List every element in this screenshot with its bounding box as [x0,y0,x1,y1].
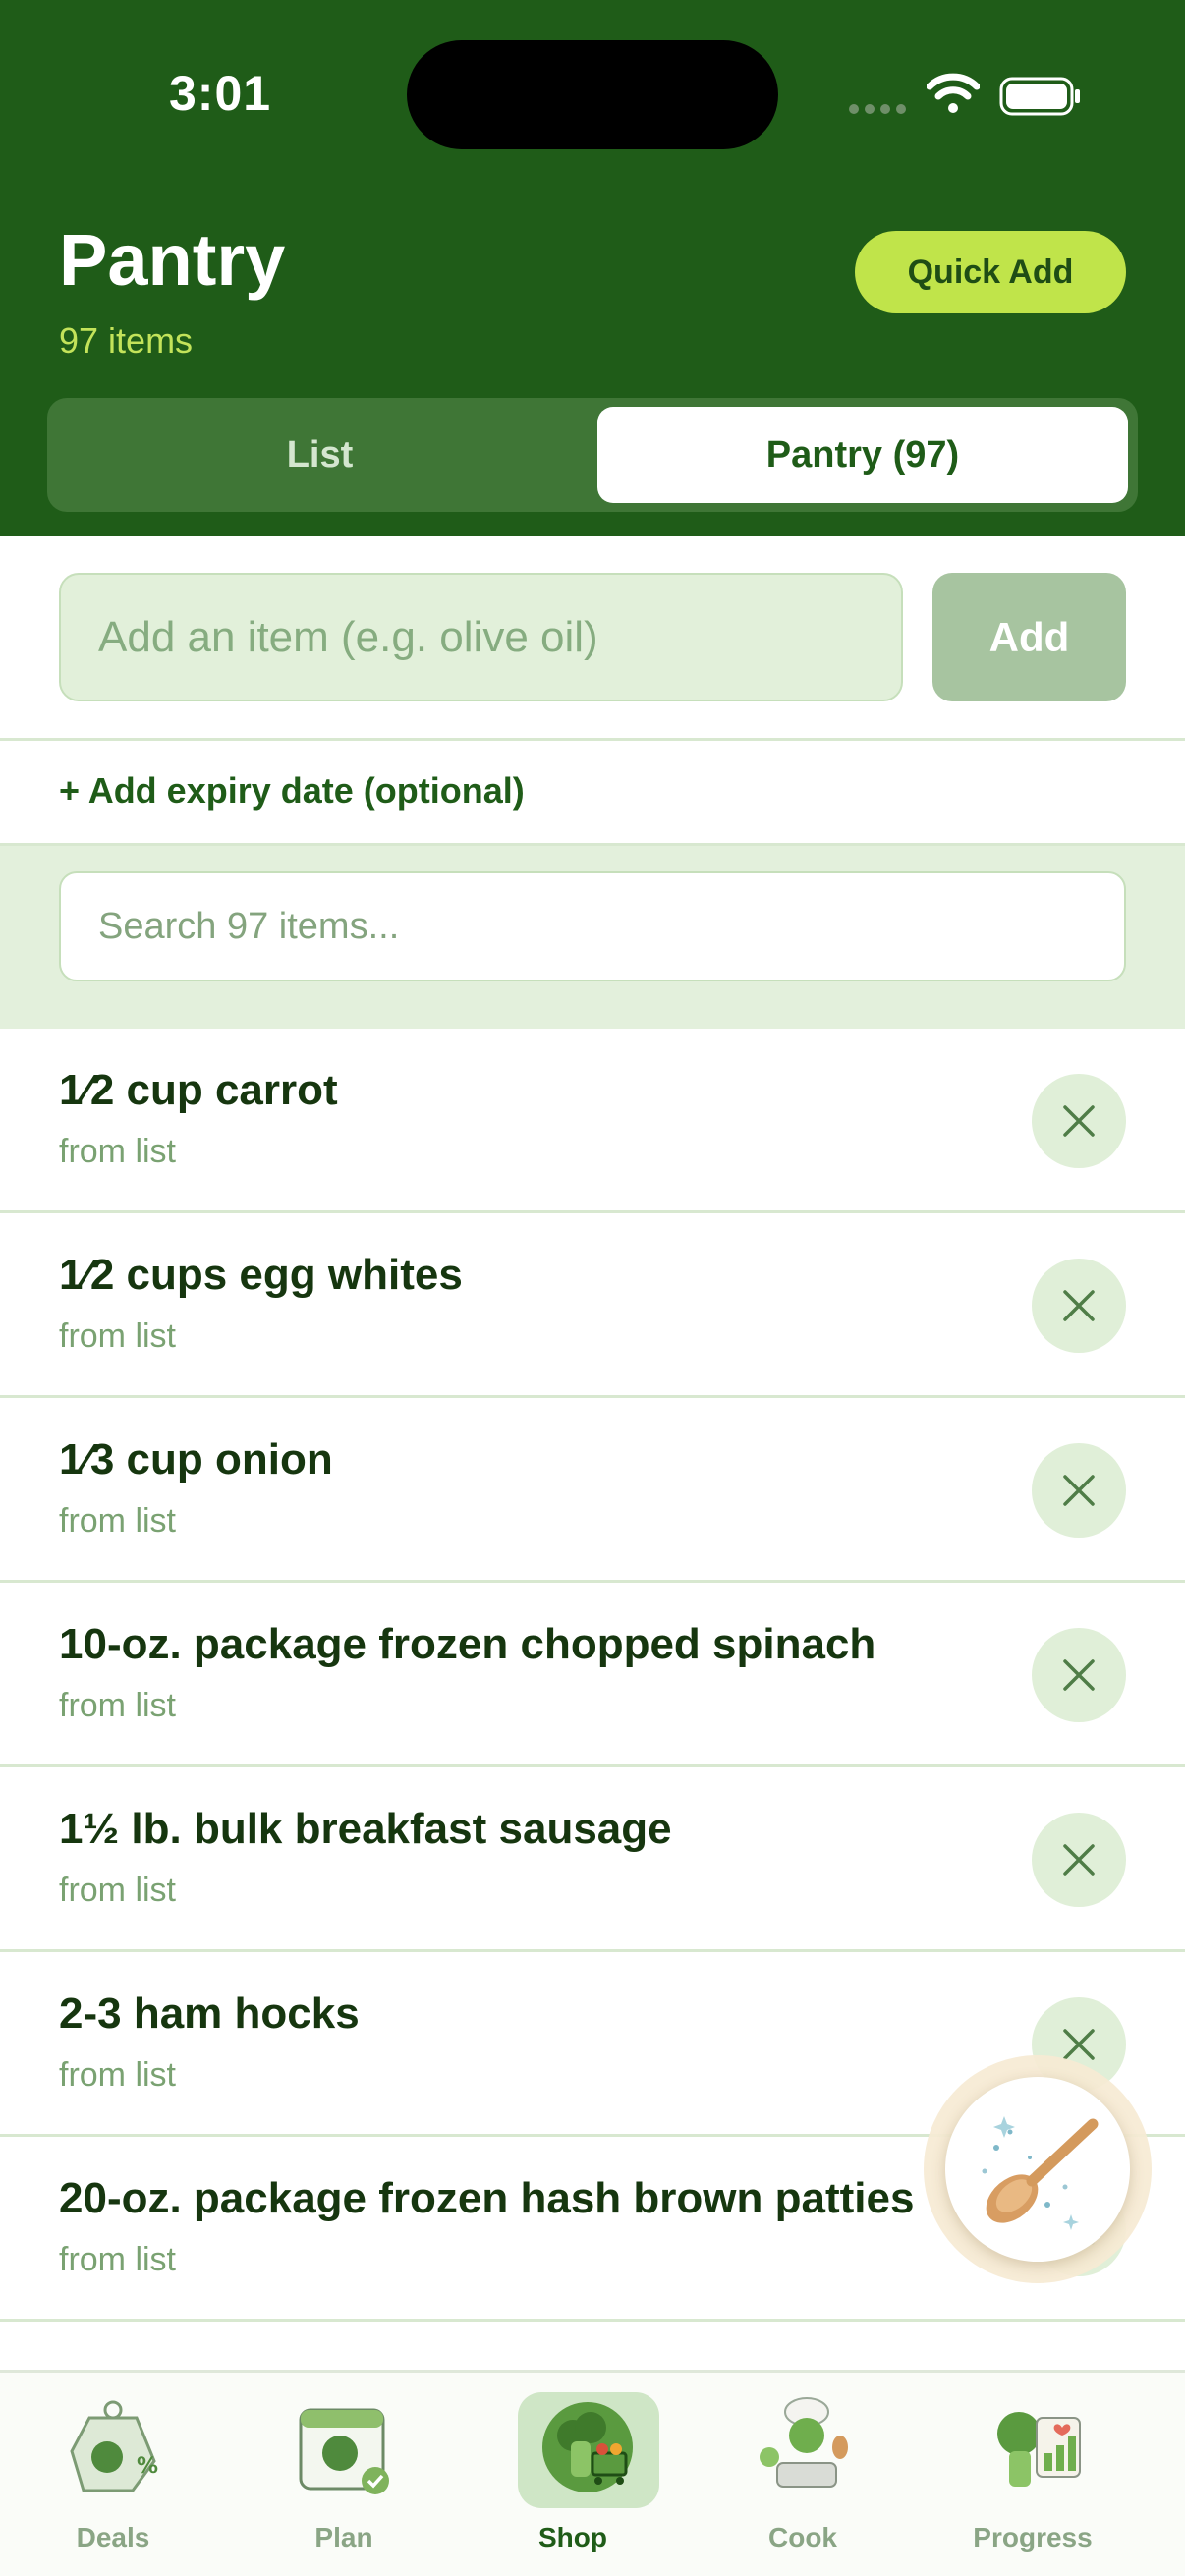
tab-deals[interactable]: % Deals [15,2373,211,2576]
item-name: 1½ lb. bulk breakfast sausage [59,1805,672,1853]
tab-cook[interactable]: Cook [705,2373,901,2576]
app-screen: 3:01 Pantry 97 items Quick Add List Pant… [0,0,1185,2576]
quick-add-button[interactable]: Quick Add [855,231,1126,313]
item-name: 10-oz. package frozen chopped spinach [59,1620,876,1668]
battery-icon [999,77,1080,116]
shop-tab-highlight [518,2392,659,2508]
deals-tag-icon: % [70,2400,158,2492]
item-source: from list [59,1133,176,1170]
divider [0,738,1185,741]
close-icon [1063,2029,1095,2060]
tab-plan[interactable]: Plan [246,2373,442,2576]
item-source: from list [59,1687,176,1724]
status-time: 3:01 [169,66,272,121]
tab-progress[interactable]: Progress [934,2373,1131,2576]
remove-item-button[interactable] [1032,1628,1126,1722]
add-expiry-link[interactable]: + Add expiry date (optional) [59,770,525,812]
segmented-control: List Pantry (97) [47,398,1138,512]
wifi-icon [927,73,980,113]
search-input[interactable] [59,871,1126,981]
item-source: from list [59,1317,176,1355]
item-source: from list [59,1872,176,1909]
dynamic-island [407,40,778,149]
item-source: from list [59,2241,176,2278]
list-item[interactable]: 1⁄3 cup onion from list [0,1398,1185,1583]
assistant-spoon-button[interactable] [945,2077,1130,2262]
nav-label: Cook [768,2522,837,2552]
remove-item-button[interactable] [1032,1259,1126,1353]
page-title: Pantry [59,219,286,301]
bottom-tab-bar: % Deals Plan Shop Cook Progress [0,2370,1185,2576]
nav-label: Progress [973,2522,1093,2552]
magic-spoon-icon [982,2116,1099,2230]
item-name: 1⁄3 cup onion [59,1435,333,1484]
shopping-cart-icon [542,2402,633,2492]
chef-cooking-icon [760,2397,848,2488]
remove-item-button[interactable] [1032,1074,1126,1168]
remove-item-button[interactable] [1032,1443,1126,1538]
nav-label: Shop [538,2522,607,2552]
close-icon [1063,1105,1095,1137]
tab-pantry[interactable]: Pantry (97) [597,407,1128,503]
svg-text:%: % [137,2454,158,2479]
list-item[interactable]: 1⁄2 cups egg whites from list [0,1213,1185,1398]
item-count: 97 items [59,320,194,361]
item-name: 1⁄2 cups egg whites [59,1251,463,1299]
item-name: 1⁄2 cup carrot [59,1066,338,1114]
list-item[interactable]: 10-oz. package frozen chopped spinach fr… [0,1583,1185,1767]
close-icon [1063,1290,1095,1321]
progress-chart-icon [997,2412,1081,2487]
item-name: 2-3 ham hocks [59,1989,360,2038]
tab-shop[interactable]: Shop [475,2373,671,2576]
nav-label: Deals [76,2522,150,2552]
nav-label: Plan [314,2522,373,2552]
add-button[interactable]: Add [932,573,1126,701]
item-source: from list [59,2056,176,2094]
list-item[interactable]: 1½ lb. bulk breakfast sausage from list [0,1767,1185,1952]
calendar-plan-icon [299,2408,389,2494]
close-icon [1063,1659,1095,1691]
tab-list[interactable]: List [47,398,592,512]
search-bar [0,846,1185,1029]
add-item-row: Add [0,536,1185,738]
list-item[interactable]: 1⁄2 cup carrot from list [0,1029,1185,1213]
close-icon [1063,1475,1095,1506]
item-name: 20-oz. package frozen hash brown patties [59,2174,915,2222]
header: 3:01 Pantry 97 items Quick Add List Pant… [0,0,1185,536]
add-item-input[interactable] [59,573,903,701]
close-icon [1063,1844,1095,1876]
cellular-signal-icon [849,104,906,114]
remove-item-button[interactable] [1032,1813,1126,1907]
item-source: from list [59,1502,176,1540]
